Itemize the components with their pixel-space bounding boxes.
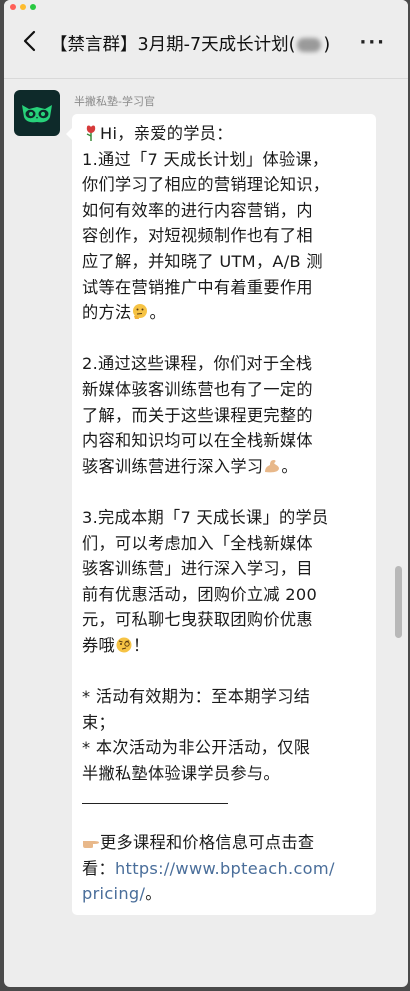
message-line: 2.通过这些课程，你们对于全栈 <box>82 354 313 374</box>
pointing-right-icon <box>83 841 99 849</box>
sender-name: 半撇私塾-学习官 <box>74 95 155 108</box>
close-window-button[interactable] <box>10 4 16 10</box>
message-line: 新媒体骇客训练营也有了一定的 <box>82 379 313 399</box>
message-line: 们，可以考虑加入「全栈新媒体 <box>82 533 313 553</box>
message-line: 容创作，对短视频制作也有了相 <box>82 226 313 246</box>
chevron-left-icon <box>23 30 36 52</box>
divider <box>82 786 366 805</box>
message-line: 的方法。 <box>82 303 166 323</box>
chat-title: 【禁言群】3月期-7天成长计划() <box>50 31 350 56</box>
message-line: 应了解，并知晓了 UTM，A/B 测 <box>82 251 323 271</box>
back-button[interactable] <box>18 28 44 54</box>
message-line: 元，可私聊七曳获取团购价优惠 <box>82 610 313 630</box>
flexed-biceps-icon <box>265 459 280 473</box>
thinking-face-icon <box>133 304 148 320</box>
message-line: 束； <box>82 712 115 732</box>
rose-icon <box>86 125 96 141</box>
message-line: * 活动有效期为：至本期学习结 <box>82 687 311 707</box>
message-line: 看：https://www.bpteach.com/ <box>82 858 335 878</box>
message-line: 骇客训练营」进行深入学习，目 <box>82 559 313 579</box>
message-line: 内容和知识均可以在全栈新媒体 <box>82 431 313 451</box>
pricing-link-continued[interactable]: pricing/ <box>82 884 145 903</box>
face-with-monocle-icon <box>116 637 132 653</box>
message-line: * 本次活动为非公开活动，仅限 <box>82 738 311 758</box>
message-line: 半撇私塾体验课学员参与。 <box>82 763 280 783</box>
message-line: pricing/。 <box>82 884 162 904</box>
message-line: 骇客训练营进行深入学习。 <box>82 456 298 476</box>
message-line: 你们学习了相应的营销理论知识， <box>82 175 330 195</box>
message-line: 前有优惠活动，团购价立减 200 <box>82 584 318 604</box>
message-line: 试等在营销推广中有着重要作用 <box>82 277 313 297</box>
message-bubble[interactable]: Hi，亲爱的学员： 1.通过「7 天成长计划」体验课， 你们学习了相应的营销理论… <box>66 114 376 915</box>
pricing-link[interactable]: https://www.bpteach.com/ <box>115 859 335 878</box>
blurred-count <box>297 38 322 52</box>
more-button[interactable]: ··· <box>359 32 386 53</box>
message-line: 了解，而关于这些课程更完整的 <box>82 405 313 425</box>
chat-window: 【禁言群】3月期-7天成长计划() ··· 半撇私塾-学习官 Hi，亲爱的学员：… <box>4 0 408 987</box>
message-line: Hi，亲爱的学员： <box>82 121 366 147</box>
message-line: 如何有效率的进行内容营销，内 <box>82 200 313 220</box>
message-line: 更多课程和价格信息可点击查 <box>82 830 366 856</box>
chat-title-end: ) <box>323 35 331 55</box>
message-line: 券哦！ <box>82 635 150 655</box>
chat-title-text: 【禁言群】3月期-7天成长计划( <box>50 35 296 55</box>
owl-logo-icon <box>22 105 52 123</box>
zoom-window-button[interactable] <box>30 4 36 10</box>
minimize-window-button[interactable] <box>20 4 26 10</box>
title-bar: 【禁言群】3月期-7天成长计划() ··· <box>4 0 408 79</box>
avatar[interactable] <box>14 90 60 136</box>
scrollbar[interactable] <box>395 566 402 638</box>
window-controls <box>10 4 36 10</box>
message-line: 1.通过「7 天成长计划」体验课， <box>82 149 329 169</box>
message-line: 3.完成本期「7 天成长课」的学员 <box>82 507 329 527</box>
